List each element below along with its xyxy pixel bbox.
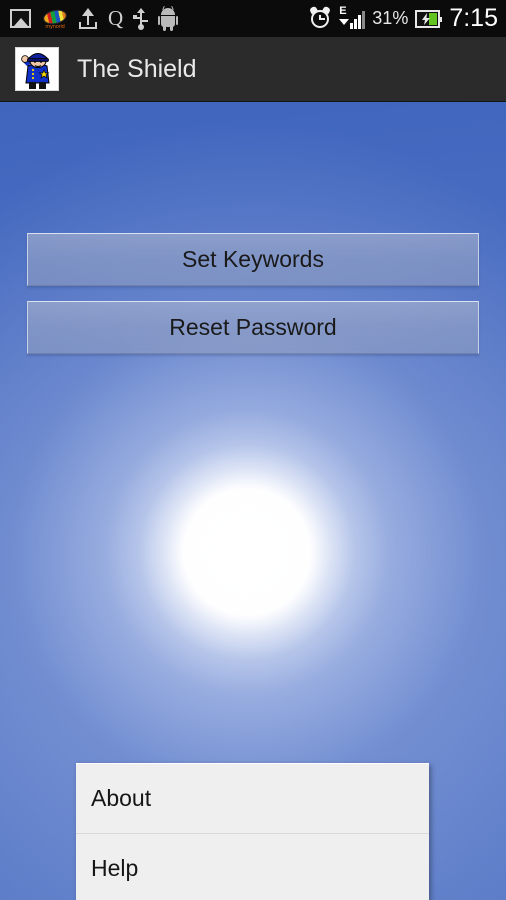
usb-icon (133, 7, 149, 30)
q-icon: Q (108, 6, 124, 30)
status-bar-clock: 7:15 (449, 4, 498, 32)
action-bar: The Shield (0, 37, 506, 102)
main-button-stack: Set Keywords Reset Password (27, 233, 479, 354)
status-bar-notification-icons: mynorid Q (10, 5, 179, 31)
network-type-label: E (339, 4, 347, 17)
phone-screen: mynorid Q E 31% 7:15 The Shield Set Keyw… (0, 0, 506, 900)
status-bar: mynorid Q E 31% 7:15 (0, 0, 506, 37)
set-keywords-button[interactable]: Set Keywords (27, 233, 479, 286)
police-officer-icon (15, 47, 59, 91)
android-icon (158, 5, 179, 31)
battery-charging-icon (415, 9, 443, 28)
upload-icon (79, 8, 97, 29)
page-title: The Shield (77, 54, 197, 83)
alarm-clock-icon (309, 5, 332, 30)
menu-item-about-label: About (91, 785, 152, 811)
status-bar-system-icons: E 31% 7:15 (309, 4, 498, 32)
menu-item-help-label: Help (91, 854, 139, 881)
options-menu-popup: About Help (76, 763, 429, 900)
gallery-icon (10, 9, 31, 28)
menu-item-about[interactable]: About (76, 764, 429, 833)
cellular-signal-icon: E (339, 4, 366, 30)
reset-password-button[interactable]: Reset Password (27, 301, 479, 354)
mynorid-icon: mynorid (41, 7, 69, 30)
battery-percent-label: 31% (372, 8, 409, 28)
menu-item-help[interactable]: Help (76, 833, 429, 900)
